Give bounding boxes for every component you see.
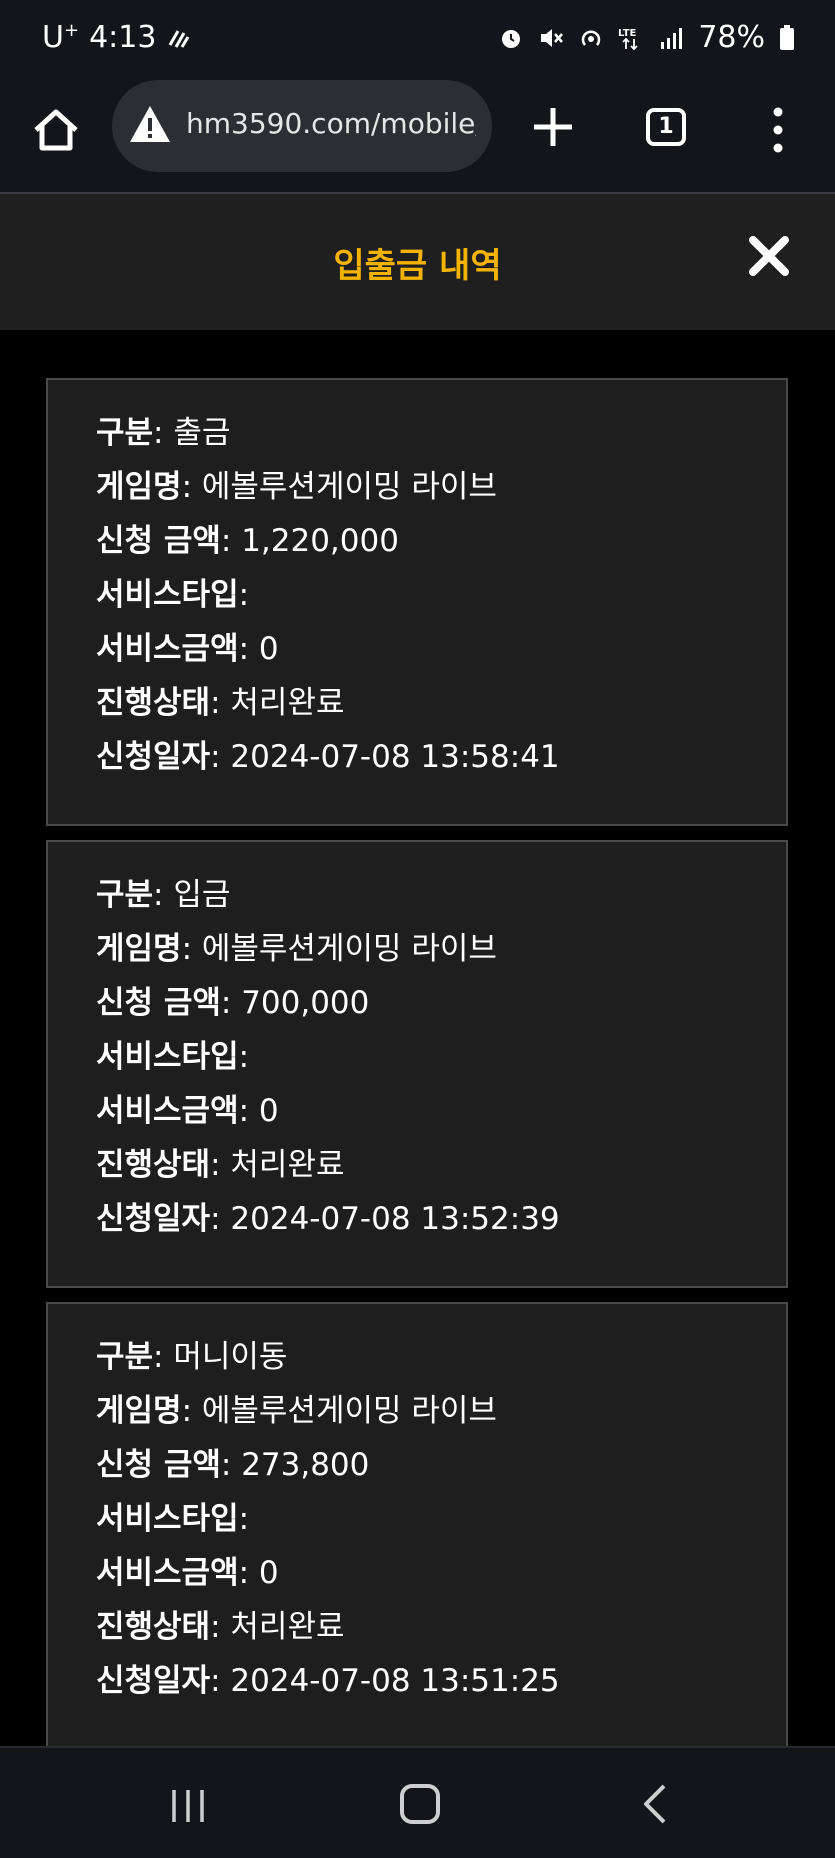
field-type: 구분: 출금 xyxy=(96,415,231,451)
transaction-card: 구분: 입금 게임명: 에볼루션게이밍 라이브 신청 금액: 700,000 서… xyxy=(46,840,788,1288)
lte-icon: LTE xyxy=(618,28,638,50)
page-title: 입출금 내역 xyxy=(333,246,502,286)
nfc-icon xyxy=(169,29,190,48)
tabs-icon[interactable]: 1 xyxy=(646,108,686,146)
field-service-type: 서비스타입: xyxy=(96,1501,250,1537)
battery-percent: 78% xyxy=(698,20,765,55)
field-amount: 신청 금액: 700,000 xyxy=(96,985,370,1021)
clock: 4:13 xyxy=(89,20,157,55)
status-left: U+ 4:13 xyxy=(42,20,192,55)
field-date: 신청일자: 2024-07-08 13:51:25 xyxy=(96,1663,560,1699)
field-service-amount: 서비스금액: 0 xyxy=(96,1555,279,1591)
field-game: 게임명: 에볼루션게이밍 라이브 xyxy=(96,931,497,967)
field-service-amount: 서비스금액: 0 xyxy=(96,1093,279,1129)
back-icon[interactable] xyxy=(640,1782,670,1826)
transaction-card: 구분: 머니이동 게임명: 에볼루션게이밍 라이브 신청 금액: 273,800… xyxy=(46,1302,788,1750)
field-date: 신청일자: 2024-07-08 13:52:39 xyxy=(96,1201,560,1237)
status-right: LTE 78% xyxy=(498,20,795,55)
field-game: 게임명: 에볼루션게이밍 라이브 xyxy=(96,1393,497,1429)
field-status: 진행상태: 처리완료 xyxy=(96,685,345,721)
field-amount: 신청 금액: 1,220,000 xyxy=(96,523,399,559)
recents-icon[interactable] xyxy=(168,1788,208,1824)
url-text[interactable]: hm3590.com/mobile/ xyxy=(186,107,476,140)
svg-text:LTE: LTE xyxy=(618,28,637,39)
home-icon[interactable] xyxy=(28,102,84,158)
browser-toolbar: hm3590.com/mobile/ 1 xyxy=(0,80,835,194)
menu-icon[interactable] xyxy=(768,106,788,154)
field-type: 구분: 머니이동 xyxy=(96,1339,288,1375)
page-header: 입출금 내역 xyxy=(0,194,835,330)
status-bar: U+ 4:13 LTE 78% xyxy=(0,0,835,80)
field-game: 게임명: 에볼루션게이밍 라이브 xyxy=(96,469,497,505)
battery-icon xyxy=(780,24,794,50)
system-nav-bar xyxy=(0,1746,835,1858)
field-status: 진행상태: 처리완료 xyxy=(96,1609,345,1645)
signal-icon xyxy=(661,27,683,49)
field-amount: 신청 금액: 273,800 xyxy=(96,1447,370,1483)
transaction-card: 구분: 출금 게임명: 에볼루션게이밍 라이브 신청 금액: 1,220,000… xyxy=(46,378,788,826)
plus-icon[interactable] xyxy=(528,102,578,152)
warning-icon[interactable] xyxy=(128,104,172,144)
hotspot-icon xyxy=(582,29,601,46)
field-status: 진행상태: 처리완료 xyxy=(96,1147,345,1183)
field-service-type: 서비스타입: xyxy=(96,1039,250,1075)
field-service-type: 서비스타입: xyxy=(96,577,250,613)
field-type: 구분: 입금 xyxy=(96,877,231,913)
address-bar[interactable]: hm3590.com/mobile/ xyxy=(112,80,492,172)
alarm-icon xyxy=(502,29,521,48)
carrier-label: U+ xyxy=(42,20,80,55)
field-service-amount: 서비스금액: 0 xyxy=(96,631,279,667)
field-date: 신청일자: 2024-07-08 13:58:41 xyxy=(96,739,560,775)
transaction-list: 구분: 출금 게임명: 에볼루션게이밍 라이브 신청 금액: 1,220,000… xyxy=(46,378,788,1764)
mute-icon xyxy=(541,28,564,47)
close-icon[interactable] xyxy=(745,232,793,280)
nav-home-icon[interactable] xyxy=(400,1784,440,1824)
